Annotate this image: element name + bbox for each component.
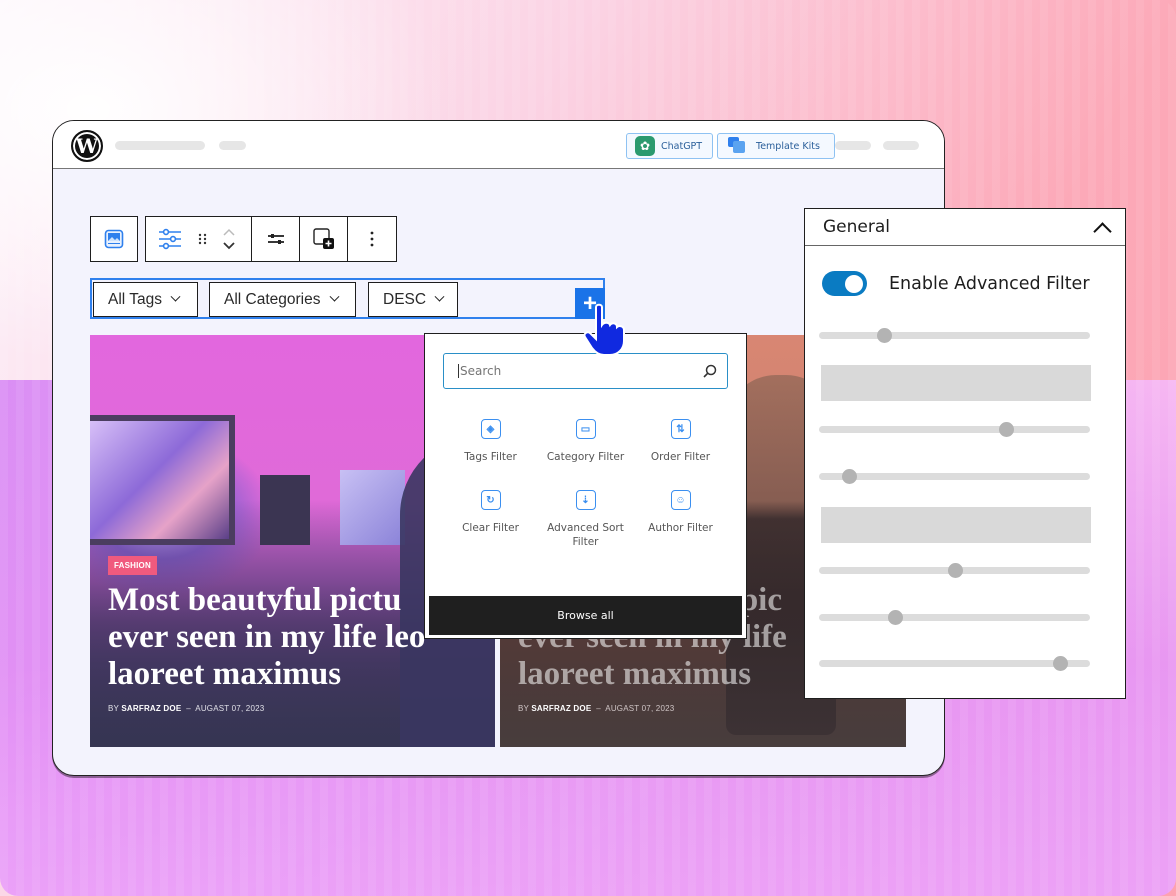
toggle-label: Enable Advanced Filter (889, 273, 1090, 294)
slider-thumb[interactable] (887, 610, 903, 625)
move-up-down-icon[interactable] (222, 225, 236, 253)
post-author[interactable]: SARFRAZ DOE (121, 704, 181, 713)
placeholder-field[interactable] (821, 507, 1091, 543)
insert-block-icon (312, 228, 334, 249)
order-select-value: DESC (383, 290, 427, 308)
filter-bar: All Tags All Categories DESC + (90, 278, 605, 319)
post-meta: BY SARFRAZ DOE – AUGAST 07, 2023 (108, 704, 264, 713)
post-author[interactable]: SARFRAZ DOE (531, 704, 591, 713)
post-by: BY (518, 704, 529, 713)
categories-select[interactable]: All Categories (209, 282, 356, 317)
advanced-sort-icon: ⇣ (575, 490, 596, 510)
refresh-icon: ↻ (480, 490, 501, 510)
chevron-down-icon (329, 291, 339, 302)
post-date: AUGAST 07, 2023 (605, 704, 675, 713)
image-block-icon (104, 229, 124, 249)
block-label: Clear Filter (462, 522, 519, 534)
slider-thumb[interactable] (877, 328, 893, 343)
setting-slider[interactable] (819, 656, 1090, 671)
tags-filter-block[interactable]: ◈ Tags Filter (443, 419, 538, 464)
hand-pointer-cursor-icon (583, 303, 625, 356)
block-label: Author Filter (648, 522, 713, 534)
placeholder-pill (219, 141, 246, 150)
advanced-filter-toggle[interactable] (822, 271, 867, 296)
author-filter-block[interactable]: ☺ Author Filter (633, 490, 728, 549)
order-filter-block[interactable]: ⇅ Order Filter (633, 419, 728, 464)
insert-block-button[interactable] (300, 217, 348, 261)
chatgpt-icon: ✿ (635, 136, 655, 156)
wordpress-logo-icon[interactable]: W (71, 130, 103, 162)
chevron-down-icon (170, 291, 181, 302)
search-icon[interactable] (703, 364, 717, 378)
placeholder-field[interactable] (821, 365, 1091, 401)
inserter-search-input[interactable] (458, 364, 703, 378)
setting-slider[interactable] (819, 328, 1090, 343)
post-meta: BY SARFRAZ DOE – AUGAST 07, 2023 (518, 704, 674, 713)
order-select[interactable]: DESC (368, 282, 458, 317)
admin-topbar: W ✿ ChatGPT Template Kits (53, 121, 944, 169)
tags-select-value: All Tags (108, 290, 162, 308)
block-label: Order Filter (650, 451, 711, 463)
placeholder-pill (115, 141, 205, 150)
drag-handle-icon[interactable] (197, 232, 209, 246)
block-type-group (90, 216, 138, 262)
placeholder-pill (835, 141, 871, 150)
inserter-search (443, 353, 728, 389)
block-controls (146, 217, 252, 261)
filter-settings-icon[interactable] (158, 228, 182, 250)
slider-thumb[interactable] (998, 422, 1014, 437)
post-date: AUGAST 07, 2023 (195, 704, 265, 713)
image-block-button[interactable] (91, 217, 137, 261)
template-kits-icon (728, 137, 748, 155)
chatgpt-label: ChatGPT (661, 140, 703, 152)
more-options-button[interactable] (348, 217, 396, 261)
inserter-block-grid: ◈ Tags Filter ▭ Category Filter ⇅ Order … (443, 419, 728, 549)
slider-thumb[interactable] (841, 469, 857, 484)
post-image-detail (90, 415, 235, 545)
adjust-button[interactable] (252, 217, 300, 261)
slider-thumb[interactable] (947, 563, 963, 578)
block-label: Advanced Sort Filter (547, 522, 624, 548)
chatgpt-button[interactable]: ✿ ChatGPT (626, 133, 714, 159)
category-filter-block[interactable]: ▭ Category Filter (538, 419, 633, 464)
tag-icon: ◈ (480, 419, 501, 439)
meta-separator: – (596, 704, 601, 713)
post-by: BY (108, 704, 119, 713)
template-kits-label: Template Kits (756, 140, 820, 152)
setting-slider[interactable] (819, 610, 1090, 625)
chevron-up-icon[interactable] (1093, 221, 1112, 241)
panel-title: General (823, 217, 890, 237)
more-options-icon (370, 231, 374, 247)
block-label: Tags Filter (464, 451, 517, 463)
folder-icon: ▭ (575, 419, 596, 439)
setting-slider[interactable] (819, 563, 1090, 578)
user-icon: ☺ (670, 490, 691, 510)
adjust-icon (267, 234, 284, 244)
post-image-detail (260, 475, 310, 545)
category-badge[interactable]: FASHION (108, 556, 157, 575)
slider-thumb[interactable] (1053, 656, 1069, 671)
chevron-down-icon (434, 291, 445, 302)
categories-select-value: All Categories (224, 290, 321, 308)
block-toolbar (145, 216, 397, 262)
block-label: Category Filter (546, 451, 625, 463)
advanced-filter-toggle-row: Enable Advanced Filter (822, 271, 1090, 296)
block-inserter-popup: ◈ Tags Filter ▭ Category Filter ⇅ Order … (424, 333, 747, 639)
template-kits-button[interactable]: Template Kits (717, 133, 835, 159)
post-image-detail (340, 470, 405, 545)
clear-filter-block[interactable]: ↻ Clear Filter (443, 490, 538, 549)
placeholder-pill (883, 141, 919, 150)
setting-slider[interactable] (819, 422, 1090, 437)
tags-select[interactable]: All Tags (93, 282, 198, 317)
advanced-sort-filter-block[interactable]: ⇣ Advanced Sort Filter (538, 490, 633, 549)
settings-panel: General Enable Advanced Filter (804, 208, 1126, 699)
setting-slider[interactable] (819, 469, 1090, 484)
sort-arrows-icon: ⇅ (670, 419, 691, 439)
browse-all-button[interactable]: Browse all (429, 596, 742, 635)
panel-header[interactable]: General (805, 209, 1125, 246)
meta-separator: – (186, 704, 191, 713)
